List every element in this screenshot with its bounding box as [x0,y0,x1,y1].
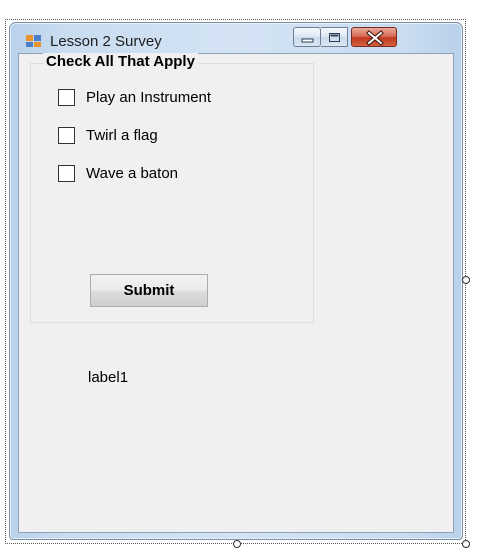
checkbox-label: Wave a baton [86,165,178,182]
checkbox-square[interactable] [58,165,75,182]
submit-button[interactable]: Submit [90,274,208,307]
maximize-button[interactable] [321,27,348,47]
title-bar[interactable]: Lesson 2 Survey [10,23,462,53]
resize-handle-corner[interactable] [462,540,470,548]
checkbox-label: Twirl a flag [86,127,158,144]
resize-handle-right[interactable] [462,276,470,284]
resize-handle-bottom[interactable] [233,540,241,548]
checkbox-square[interactable] [58,127,75,144]
minimize-icon [301,38,314,43]
designer-canvas: Lesson 2 Survey Check All That Apply Pla… [0,0,495,556]
checkbox-square[interactable] [58,89,75,106]
minimize-button[interactable] [293,27,321,47]
groupbox-title: Check All That Apply [43,53,198,70]
maximize-icon [329,33,340,42]
output-label: label1 [88,369,129,386]
checkbox-label: Play an Instrument [86,89,212,106]
windows-form-icon [26,35,41,47]
window-title: Lesson 2 Survey [50,33,162,50]
close-button[interactable] [351,27,397,47]
close-icon [366,30,384,46]
